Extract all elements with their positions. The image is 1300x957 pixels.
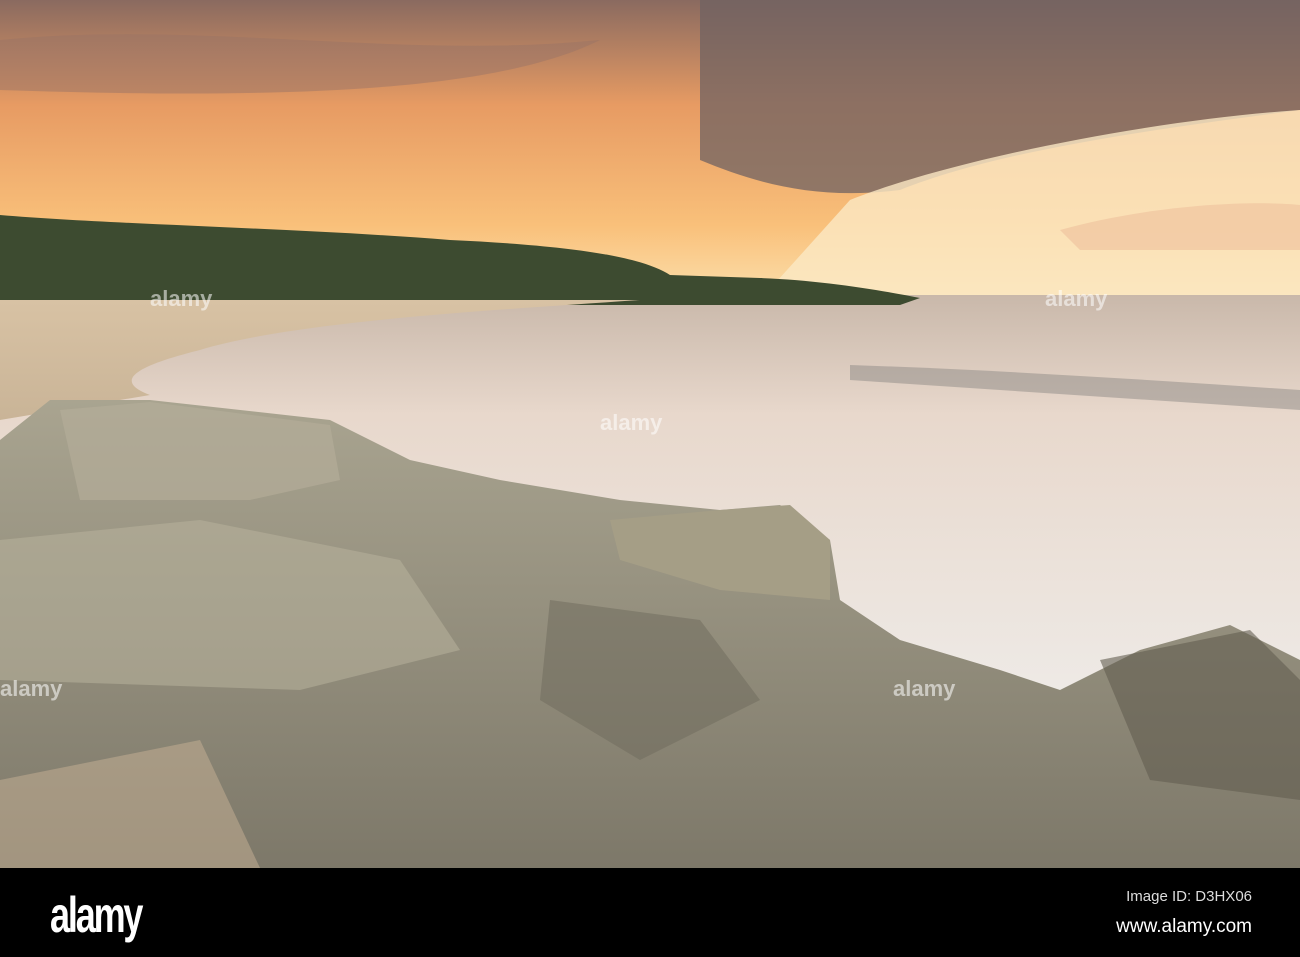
watermark-text: alamy <box>150 286 213 311</box>
watermark-bar: alamy Image ID: D3HX06 www.alamy.com <box>0 868 1300 957</box>
coastal-sunset-photo: alamy alamy alamy alamy alamy <box>0 0 1300 868</box>
watermark-text: alamy <box>0 676 63 701</box>
watermark-text: alamy <box>893 676 956 701</box>
watermark-text: alamy <box>1045 286 1108 311</box>
watermark-text: alamy <box>600 410 663 435</box>
image-id: Image ID: D3HX06 <box>1126 888 1252 905</box>
website: www.alamy.com <box>1116 916 1252 937</box>
alamy-logo: alamy <box>50 887 143 943</box>
